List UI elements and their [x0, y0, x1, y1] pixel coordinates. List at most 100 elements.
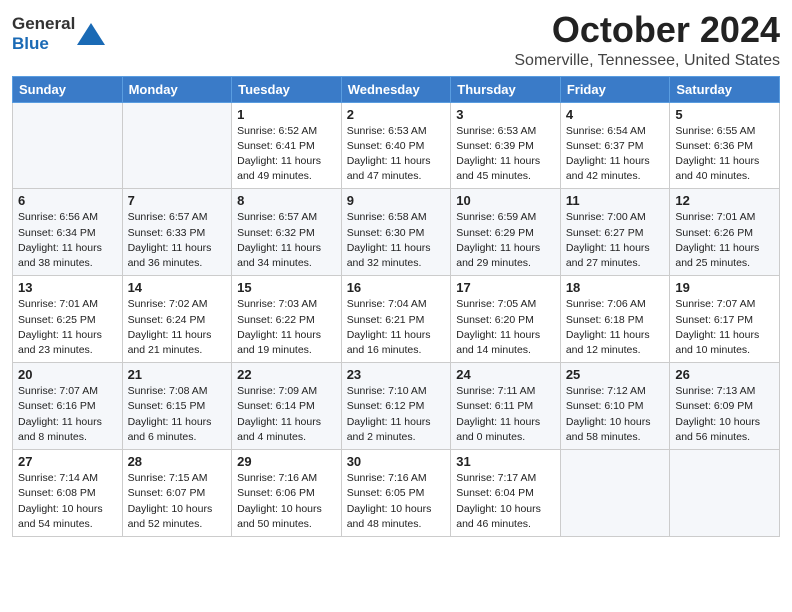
- table-row: 4 Sunrise: 6:54 AMSunset: 6:37 PMDaylight…: [560, 102, 670, 189]
- weekday-thursday: Thursday: [451, 76, 561, 102]
- table-row: 11 Sunrise: 7:00 AMSunset: 6:27 PMDayligh…: [560, 189, 670, 276]
- day-info: Sunrise: 6:54 AMSunset: 6:37 PMDaylight:…: [566, 124, 665, 185]
- table-row: 30Sunrise: 7:16 AMSunset: 6:05 PMDayligh…: [341, 450, 451, 537]
- table-row: 3 Sunrise: 6:53 AMSunset: 6:39 PMDaylight…: [451, 102, 561, 189]
- table-row: 28 Sunrise: 7:15 AMSunset: 6:07 PMDayligh…: [122, 450, 232, 537]
- day-number: 28: [128, 454, 227, 469]
- day-info: Sunrise: 7:04 AMSunset: 6:21 PMDaylight:…: [347, 297, 446, 358]
- weekday-wednesday: Wednesday: [341, 76, 451, 102]
- day-info: Sunrise: 7:15 AMSunset: 6:07 PMDaylight:…: [128, 471, 227, 532]
- logo-icon: [77, 23, 105, 45]
- day-info: Sunrise: 7:03 AMSunset: 6:22 PMDaylight:…: [237, 297, 336, 358]
- table-row: 26Sunrise: 7:13 AMSunset: 6:09 PMDayligh…: [670, 363, 780, 450]
- logo-line1: General: [12, 14, 75, 34]
- logo-line2: Blue: [12, 34, 75, 54]
- day-number: 20: [18, 367, 117, 382]
- table-row: [13, 102, 123, 189]
- weekday-friday: Friday: [560, 76, 670, 102]
- calendar-week-row: 6 Sunrise: 6:56 AMSunset: 6:34 PMDaylight…: [13, 189, 780, 276]
- day-info: Sunrise: 6:56 AMSunset: 6:34 PMDaylight:…: [18, 210, 117, 271]
- day-number: 3: [456, 107, 555, 122]
- table-row: 12 Sunrise: 7:01 AMSunset: 6:26 PMDayligh…: [670, 189, 780, 276]
- logo-text: General Blue: [12, 14, 105, 53]
- table-row: 24Sunrise: 7:11 AMSunset: 6:11 PMDayligh…: [451, 363, 561, 450]
- day-number: 19: [675, 280, 774, 295]
- day-info: Sunrise: 6:57 AMSunset: 6:32 PMDaylight:…: [237, 210, 336, 271]
- day-number: 25: [566, 367, 665, 382]
- table-row: 27Sunrise: 7:14 AMSunset: 6:08 PMDayligh…: [13, 450, 123, 537]
- day-info: Sunrise: 6:52 AMSunset: 6:41 PMDaylight:…: [237, 124, 336, 185]
- day-number: 17: [456, 280, 555, 295]
- table-row: 19 Sunrise: 7:07 AMSunset: 6:17 PMDayligh…: [670, 276, 780, 363]
- day-info: Sunrise: 7:05 AMSunset: 6:20 PMDaylight:…: [456, 297, 555, 358]
- location: Somerville, Tennessee, United States: [514, 52, 780, 70]
- day-info: Sunrise: 7:16 AMSunset: 6:06 PMDaylight:…: [237, 471, 336, 532]
- day-number: 23: [347, 367, 446, 382]
- day-number: 6: [18, 193, 117, 208]
- table-row: 5Sunrise: 6:55 AMSunset: 6:36 PMDaylight…: [670, 102, 780, 189]
- weekday-sunday: Sunday: [13, 76, 123, 102]
- logo: General Blue: [12, 14, 105, 53]
- day-info: Sunrise: 7:12 AMSunset: 6:10 PMDaylight:…: [566, 384, 665, 445]
- table-row: 17 Sunrise: 7:05 AMSunset: 6:20 PMDayligh…: [451, 276, 561, 363]
- table-row: 23 Sunrise: 7:10 AMSunset: 6:12 PMDayligh…: [341, 363, 451, 450]
- day-number: 2: [347, 107, 446, 122]
- day-number: 24: [456, 367, 555, 382]
- day-number: 21: [128, 367, 227, 382]
- day-info: Sunrise: 7:10 AMSunset: 6:12 PMDaylight:…: [347, 384, 446, 445]
- table-row: 22Sunrise: 7:09 AMSunset: 6:14 PMDayligh…: [232, 363, 342, 450]
- table-row: 21 Sunrise: 7:08 AMSunset: 6:15 PMDayligh…: [122, 363, 232, 450]
- day-info: Sunrise: 7:07 AMSunset: 6:16 PMDaylight:…: [18, 384, 117, 445]
- day-number: 29: [237, 454, 336, 469]
- table-row: 2 Sunrise: 6:53 AMSunset: 6:40 PMDaylight…: [341, 102, 451, 189]
- day-number: 16: [347, 280, 446, 295]
- day-info: Sunrise: 7:14 AMSunset: 6:08 PMDaylight:…: [18, 471, 117, 532]
- day-info: Sunrise: 7:17 AMSunset: 6:04 PMDaylight:…: [456, 471, 555, 532]
- day-number: 11: [566, 193, 665, 208]
- day-info: Sunrise: 6:53 AMSunset: 6:40 PMDaylight:…: [347, 124, 446, 185]
- day-info: Sunrise: 7:00 AMSunset: 6:27 PMDaylight:…: [566, 210, 665, 271]
- day-number: 13: [18, 280, 117, 295]
- calendar-week-row: 20 Sunrise: 7:07 AMSunset: 6:16 PMDayligh…: [13, 363, 780, 450]
- table-row: 7 Sunrise: 6:57 AMSunset: 6:33 PMDaylight…: [122, 189, 232, 276]
- table-row: 1 Sunrise: 6:52 AMSunset: 6:41 PMDaylight…: [232, 102, 342, 189]
- day-number: 7: [128, 193, 227, 208]
- weekday-saturday: Saturday: [670, 76, 780, 102]
- day-number: 8: [237, 193, 336, 208]
- day-number: 18: [566, 280, 665, 295]
- weekday-tuesday: Tuesday: [232, 76, 342, 102]
- day-number: 22: [237, 367, 336, 382]
- day-info: Sunrise: 7:07 AMSunset: 6:17 PMDaylight:…: [675, 297, 774, 358]
- day-info: Sunrise: 7:01 AMSunset: 6:26 PMDaylight:…: [675, 210, 774, 271]
- day-info: Sunrise: 6:57 AMSunset: 6:33 PMDaylight:…: [128, 210, 227, 271]
- day-info: Sunrise: 7:08 AMSunset: 6:15 PMDaylight:…: [128, 384, 227, 445]
- day-info: Sunrise: 6:53 AMSunset: 6:39 PMDaylight:…: [456, 124, 555, 185]
- title-block: October 2024 Somerville, Tennessee, Unit…: [514, 10, 780, 70]
- table-row: 31Sunrise: 7:17 AMSunset: 6:04 PMDayligh…: [451, 450, 561, 537]
- table-row: 8 Sunrise: 6:57 AMSunset: 6:32 PMDaylight…: [232, 189, 342, 276]
- table-row: 18Sunrise: 7:06 AMSunset: 6:18 PMDayligh…: [560, 276, 670, 363]
- table-row: 10 Sunrise: 6:59 AMSunset: 6:29 PMDayligh…: [451, 189, 561, 276]
- day-info: Sunrise: 7:01 AMSunset: 6:25 PMDaylight:…: [18, 297, 117, 358]
- day-number: 1: [237, 107, 336, 122]
- day-info: Sunrise: 6:58 AMSunset: 6:30 PMDaylight:…: [347, 210, 446, 271]
- table-row: 20 Sunrise: 7:07 AMSunset: 6:16 PMDayligh…: [13, 363, 123, 450]
- page-container: General Blue October 2024 Somerville, Te…: [0, 0, 792, 549]
- day-number: 5: [675, 107, 774, 122]
- table-row: 16 Sunrise: 7:04 AMSunset: 6:21 PMDayligh…: [341, 276, 451, 363]
- table-row: [670, 450, 780, 537]
- day-info: Sunrise: 6:59 AMSunset: 6:29 PMDaylight:…: [456, 210, 555, 271]
- table-row: [122, 102, 232, 189]
- table-row: 25 Sunrise: 7:12 AMSunset: 6:10 PMDayligh…: [560, 363, 670, 450]
- calendar-week-row: 27Sunrise: 7:14 AMSunset: 6:08 PMDayligh…: [13, 450, 780, 537]
- day-number: 10: [456, 193, 555, 208]
- table-row: 15 Sunrise: 7:03 AMSunset: 6:22 PMDayligh…: [232, 276, 342, 363]
- table-row: 29 Sunrise: 7:16 AMSunset: 6:06 PMDayligh…: [232, 450, 342, 537]
- weekday-monday: Monday: [122, 76, 232, 102]
- day-number: 15: [237, 280, 336, 295]
- day-number: 4: [566, 107, 665, 122]
- page-header: General Blue October 2024 Somerville, Te…: [12, 10, 780, 70]
- day-info: Sunrise: 7:02 AMSunset: 6:24 PMDaylight:…: [128, 297, 227, 358]
- day-number: 12: [675, 193, 774, 208]
- table-row: 6 Sunrise: 6:56 AMSunset: 6:34 PMDaylight…: [13, 189, 123, 276]
